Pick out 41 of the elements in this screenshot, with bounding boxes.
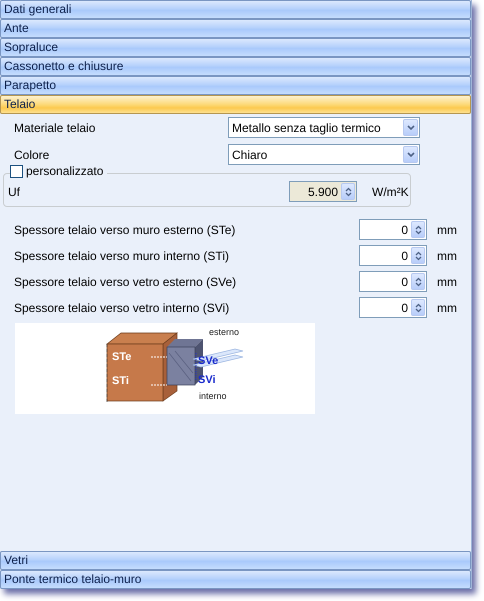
dropdown[interactable]: Metallo senza taglio termico xyxy=(228,117,420,138)
spin-arrows-icon xyxy=(414,302,422,312)
unit-label: W/m²K xyxy=(371,184,409,198)
caret-icon xyxy=(406,125,414,130)
diagram-label: SVe xyxy=(198,355,218,367)
field-label: Colore xyxy=(13,148,50,162)
unit-label: mm xyxy=(436,300,457,314)
field-label: Spessore telaio verso vetro interno (SVi) xyxy=(13,300,230,314)
field-label: Spessore telaio verso muro interno (STi) xyxy=(13,248,230,262)
diagram-label: SVi xyxy=(198,374,216,386)
spin-arrows-icon xyxy=(414,224,422,234)
diagram-label: interno xyxy=(199,391,227,401)
diagram-label: STe xyxy=(112,351,132,363)
spin-arrows-icon xyxy=(414,276,422,286)
section-header[interactable]: Vetri xyxy=(0,551,471,570)
caret-icon xyxy=(406,152,414,157)
number-spinner[interactable]: 0 xyxy=(359,271,427,292)
section-header[interactable]: Cassonetto e chiusure xyxy=(0,57,471,76)
field-label: Materiale telaio xyxy=(13,120,96,134)
field-label: Spessore telaio verso vetro esterno (SVe) xyxy=(13,274,238,288)
spin-arrows-icon xyxy=(344,186,352,196)
unit-label: mm xyxy=(436,222,457,236)
field-label: Spessore telaio verso muro esterno (STe) xyxy=(13,222,236,236)
unit-label: mm xyxy=(436,274,457,288)
section-header[interactable]: Dati generali xyxy=(0,0,471,19)
number-spinner[interactable]: 0 xyxy=(359,297,427,318)
section-header[interactable]: Parapetto xyxy=(0,76,471,95)
spin-arrows-icon xyxy=(414,250,422,260)
diagram-label: esterno xyxy=(209,327,240,337)
diagram-label: STi xyxy=(112,375,129,387)
section-header[interactable]: Sopraluce xyxy=(0,38,471,57)
section-header[interactable]: Ante xyxy=(0,19,471,38)
number-spinner[interactable]: 0 xyxy=(359,219,427,240)
section-header[interactable]: Telaio xyxy=(0,95,471,114)
unit-label: mm xyxy=(436,248,457,262)
number-spinner[interactable]: 0 xyxy=(359,245,427,266)
checkbox-label: personalizzato xyxy=(26,164,104,178)
checkbox[interactable] xyxy=(10,164,23,178)
section-header[interactable]: Ponte termico telaio-muro xyxy=(0,570,471,589)
field-label: Uf xyxy=(8,184,21,198)
dropdown[interactable]: Chiaro xyxy=(228,144,420,165)
